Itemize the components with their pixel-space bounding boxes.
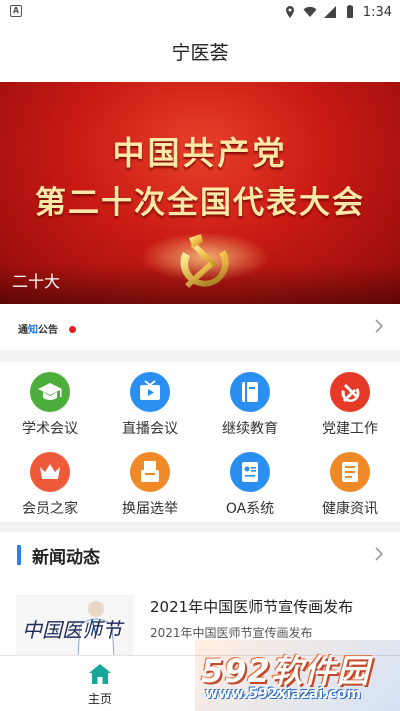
graduation-cap-icon <box>30 372 70 412</box>
news-item-title[interactable]: 2021年中国医师节宣传画发布 <box>150 596 353 617</box>
feature-grid: 学术会议 直播会议 继续教育 党建工作 会员之家 换届选举 OA系统 健康资讯 <box>0 362 400 522</box>
grid-item-party-work[interactable]: 党建工作 <box>300 362 400 442</box>
news-section-title: 新闻动态 <box>32 548 100 568</box>
grid-item-health-news[interactable]: 健康资讯 <box>300 442 400 522</box>
banner-headline-line1: 中国共产党 <box>112 134 288 172</box>
grid-label: 健康资讯 <box>322 501 378 517</box>
banner-caption: 二十大 <box>12 272 61 291</box>
grid-item-live-meeting[interactable]: 直播会议 <box>100 362 200 442</box>
location-icon <box>285 6 294 18</box>
document-icon <box>330 452 370 492</box>
notice-label-highlight: 知 <box>28 325 38 336</box>
app-title: 宁医荟 <box>0 24 400 82</box>
party-emblem-icon <box>330 372 370 412</box>
grid-label: OA系统 <box>225 501 275 517</box>
notice-label-suffix: 公告 <box>38 325 58 336</box>
grid-label: 会员之家 <box>22 501 78 517</box>
watermark-logo: 592软件园 www.592xiazai.com <box>195 640 400 711</box>
tv-play-icon <box>130 372 170 412</box>
grid-label: 换届选举 <box>122 501 178 517</box>
notice-bar[interactable]: 通知公告 <box>0 304 400 350</box>
thumb-calligraphy: 中国医师节 <box>22 618 125 642</box>
section-accent-bar <box>17 545 21 565</box>
watermark-url: www.592xiazai.com <box>205 686 361 702</box>
grid-label: 继续教育 <box>222 421 278 437</box>
chevron-right-icon[interactable] <box>374 318 384 334</box>
crown-icon <box>30 452 70 492</box>
grid-item-academic-meeting[interactable]: 学术会议 <box>0 362 100 442</box>
news-section: 新闻动态 中国医师节 2021年中国医师节宣传画发布 2021年中国医师节宣传画… <box>0 532 400 657</box>
status-time: 1:34 <box>362 4 392 20</box>
banner-headline-line2: 第二十次全国代表大会 <box>35 185 365 221</box>
nav-home-label: 主页 <box>87 692 112 706</box>
grid-label: 党建工作 <box>322 421 378 437</box>
wifi-icon <box>303 6 317 17</box>
doctor-poster-image: 中国医师节 <box>22 601 125 657</box>
id-card-icon <box>230 452 270 492</box>
unread-dot <box>69 326 76 333</box>
status-icons: 1:34 <box>283 3 392 21</box>
ballot-box-icon <box>130 452 170 492</box>
news-thumbnail[interactable]: 中国医师节 <box>16 595 134 657</box>
grid-label: 学术会议 <box>22 421 78 437</box>
news-item-subtitle: 2021年中国医师节宣传画发布 <box>150 626 313 640</box>
grid-item-oa-system[interactable]: OA系统 <box>200 442 300 522</box>
notice-label-prefix: 通 <box>18 325 28 336</box>
notification-app-icon: A <box>10 5 22 17</box>
grid-label: 直播会议 <box>122 421 178 437</box>
book-icon <box>230 372 270 412</box>
grid-item-member-home[interactable]: 会员之家 <box>0 442 100 522</box>
notice-label: 通知公告 <box>18 321 58 336</box>
grid-item-continuing-education[interactable]: 继续教育 <box>200 362 300 442</box>
grid-item-election[interactable]: 换届选举 <box>100 442 200 522</box>
battery-icon <box>346 5 353 18</box>
home-icon <box>89 664 111 684</box>
status-bar: A 1:34 <box>0 0 400 24</box>
chevron-right-icon[interactable] <box>374 546 384 562</box>
banner-carousel[interactable]: 中国共产党 第二十次全国代表大会 二十大 <box>0 82 400 304</box>
signal-icon <box>323 6 336 18</box>
nav-home-tab[interactable]: 主页 <box>70 656 130 711</box>
